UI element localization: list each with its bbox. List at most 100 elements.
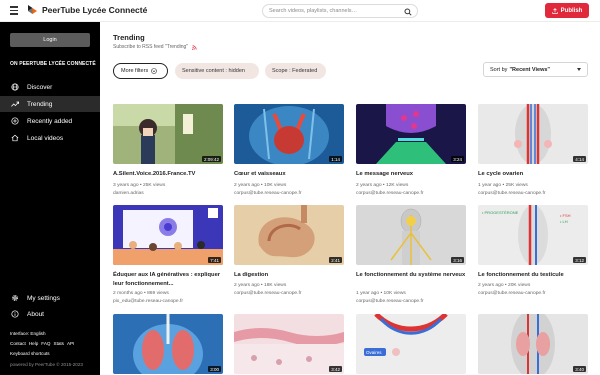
- video-meta: 1 year ago • 25K views: [478, 183, 528, 188]
- thumb-label: Ovaires: [366, 350, 382, 355]
- sidebar-item-label: Local videos: [27, 134, 64, 142]
- video-thumbnail[interactable]: 3:24: [356, 104, 466, 164]
- help-link[interactable]: Help: [29, 341, 38, 346]
- trending-icon: [11, 101, 19, 107]
- sidebar-item-local-videos[interactable]: Local videos: [0, 130, 100, 146]
- thumbnail-image: [478, 104, 588, 164]
- gear-icon: [12, 295, 18, 301]
- thumbnail-image: [478, 314, 588, 374]
- thumb-label: • PROGESTÉRONE: [482, 210, 519, 215]
- about-label: About: [27, 310, 44, 318]
- info-icon: [11, 310, 19, 318]
- video-account[interactable]: damien.adrias: [113, 191, 144, 196]
- search-icon[interactable]: [404, 7, 412, 16]
- plus-circle-icon: [11, 117, 19, 125]
- thumbnail-image: [234, 104, 344, 164]
- sidebar-item-trending[interactable]: Trending: [0, 96, 100, 112]
- thumbnail-image: Ovaires: [356, 314, 466, 374]
- video-account[interactable]: corpus@tube.reseau-canope.fr: [478, 291, 546, 296]
- video-duration: 1:14: [329, 156, 342, 162]
- video-duration: 3:12: [573, 257, 586, 263]
- video-title[interactable]: Éduquer aux IA génératives : expliquer l…: [113, 271, 225, 289]
- video-duration: 3:40: [573, 366, 586, 372]
- sidebar-item-label: Trending: [27, 100, 53, 108]
- video-account[interactable]: corpus@tube.reseau-canope.fr: [478, 191, 546, 196]
- video-thumbnail[interactable]: 1:14: [234, 104, 344, 164]
- sidebar-item-label: Recently added: [27, 117, 73, 125]
- peertube-logo-icon[interactable]: [28, 5, 37, 16]
- video-thumbnail[interactable]: • PROGESTÉRONE • FSH • LH 3:12: [478, 205, 588, 265]
- video-title[interactable]: La digestion: [234, 271, 346, 280]
- my-settings-label: My settings: [27, 294, 60, 302]
- interface-language-link[interactable]: Interface: English: [10, 331, 46, 336]
- globe-icon: [11, 83, 19, 91]
- rss-subscribe-link[interactable]: Subscribe to RSS feed "Trending": [113, 44, 197, 50]
- video-duration: 7:41: [208, 257, 221, 263]
- more-filters-button[interactable]: More filters: [113, 63, 168, 79]
- thumbnail-image: [113, 205, 223, 265]
- video-title[interactable]: Le fonctionnement du testicule: [478, 271, 590, 280]
- stats-link[interactable]: Stats: [54, 341, 64, 346]
- home-icon: [11, 134, 19, 142]
- video-duration: 3:42: [329, 366, 342, 372]
- sidebar-heading: ON PEERTUBE LYCÉE CONNECTÉ: [10, 61, 96, 67]
- video-thumbnail[interactable]: 3:40: [478, 314, 588, 374]
- publish-label: Publish: [560, 7, 583, 14]
- search-placeholder: Search videos, playlists, channels…: [269, 7, 358, 14]
- video-title[interactable]: A.Silent.Voice.2016.France.TV: [113, 170, 225, 179]
- sidebar-item-discover[interactable]: Discover: [0, 79, 100, 95]
- powered-by-text[interactable]: powered by PeerTube © 2015-2023: [10, 362, 83, 367]
- video-thumbnail[interactable]: 7:41: [113, 205, 223, 265]
- video-account[interactable]: corpus@tube.reseau-canope.fr: [356, 191, 424, 196]
- video-thumbnail[interactable]: Ovaires: [356, 314, 466, 374]
- video-duration: 2:09:42: [201, 156, 221, 162]
- login-button[interactable]: Login: [10, 33, 90, 47]
- sensitive-content-filter-chip[interactable]: Sensitive content : hidden: [175, 63, 259, 79]
- publish-button[interactable]: Publish: [545, 3, 589, 18]
- video-account[interactable]: corpus@tube.reseau-canope.fr: [234, 191, 302, 196]
- video-meta: 2 years ago • 20K views: [478, 283, 531, 288]
- video-title[interactable]: Le message nerveux: [356, 170, 468, 179]
- video-account[interactable]: pix_edu@tube.reseau-canope.fr: [113, 299, 183, 304]
- sort-select[interactable]: Sort by "Recent Views": [483, 62, 588, 77]
- contact-link[interactable]: Contact: [10, 341, 26, 346]
- my-settings-link[interactable]: My settings: [0, 290, 100, 306]
- video-meta: 3 years ago • 25K views: [113, 183, 166, 188]
- video-meta: 2 years ago • 12K views: [356, 183, 409, 188]
- video-title[interactable]: Cœur et vaisseaux: [234, 170, 346, 179]
- video-thumbnail[interactable]: 2:41: [234, 205, 344, 265]
- more-filters-label: More filters: [121, 68, 149, 74]
- sort-value: "Recent Views": [509, 66, 551, 73]
- video-thumbnail[interactable]: 2:09:42: [113, 104, 223, 164]
- video-meta: 2 years ago • 10K views: [234, 183, 287, 188]
- rss-icon: [192, 44, 197, 50]
- video-account[interactable]: corpus@tube.reseau-canope.fr: [356, 299, 424, 304]
- thumb-label: • LH: [560, 219, 568, 224]
- search-input[interactable]: Search videos, playlists, channels…: [262, 4, 418, 18]
- thumbnail-image: [234, 314, 344, 374]
- top-header: PeerTube Lycée Connecté Search videos, p…: [0, 0, 600, 22]
- keyboard-shortcuts-link[interactable]: Keyboard shortcuts: [10, 351, 50, 356]
- brand-name[interactable]: PeerTube Lycée Connecté: [42, 5, 147, 15]
- video-thumbnail[interactable]: 4:14: [478, 104, 588, 164]
- page-title: Trending: [113, 33, 145, 42]
- video-title[interactable]: Le fonctionnement du système nerveux: [356, 271, 468, 280]
- video-thumbnail[interactable]: 3:00: [113, 314, 223, 374]
- scope-filter-chip[interactable]: Scope : Federated: [265, 63, 326, 79]
- video-thumbnail[interactable]: 3:42: [234, 314, 344, 374]
- menu-icon[interactable]: [10, 6, 18, 15]
- thumbnail-image: [356, 104, 466, 164]
- sidebar-item-recently-added[interactable]: Recently added: [0, 113, 100, 129]
- sort-label: Sort by: [490, 66, 508, 73]
- video-account[interactable]: corpus@tube.reseau-canope.fr: [234, 291, 302, 296]
- api-link[interactable]: API: [67, 341, 74, 346]
- video-duration: 4:14: [573, 156, 586, 162]
- video-duration: 3:24: [451, 156, 464, 162]
- upload-icon: [551, 7, 558, 14]
- video-thumbnail[interactable]: 3:16: [356, 205, 466, 265]
- video-title[interactable]: Le cycle ovarien: [478, 170, 590, 179]
- faq-link[interactable]: FAQ: [41, 341, 50, 346]
- video-duration: 3:00: [208, 366, 221, 372]
- about-link[interactable]: About: [0, 306, 100, 322]
- thumbnail-image: [113, 314, 223, 374]
